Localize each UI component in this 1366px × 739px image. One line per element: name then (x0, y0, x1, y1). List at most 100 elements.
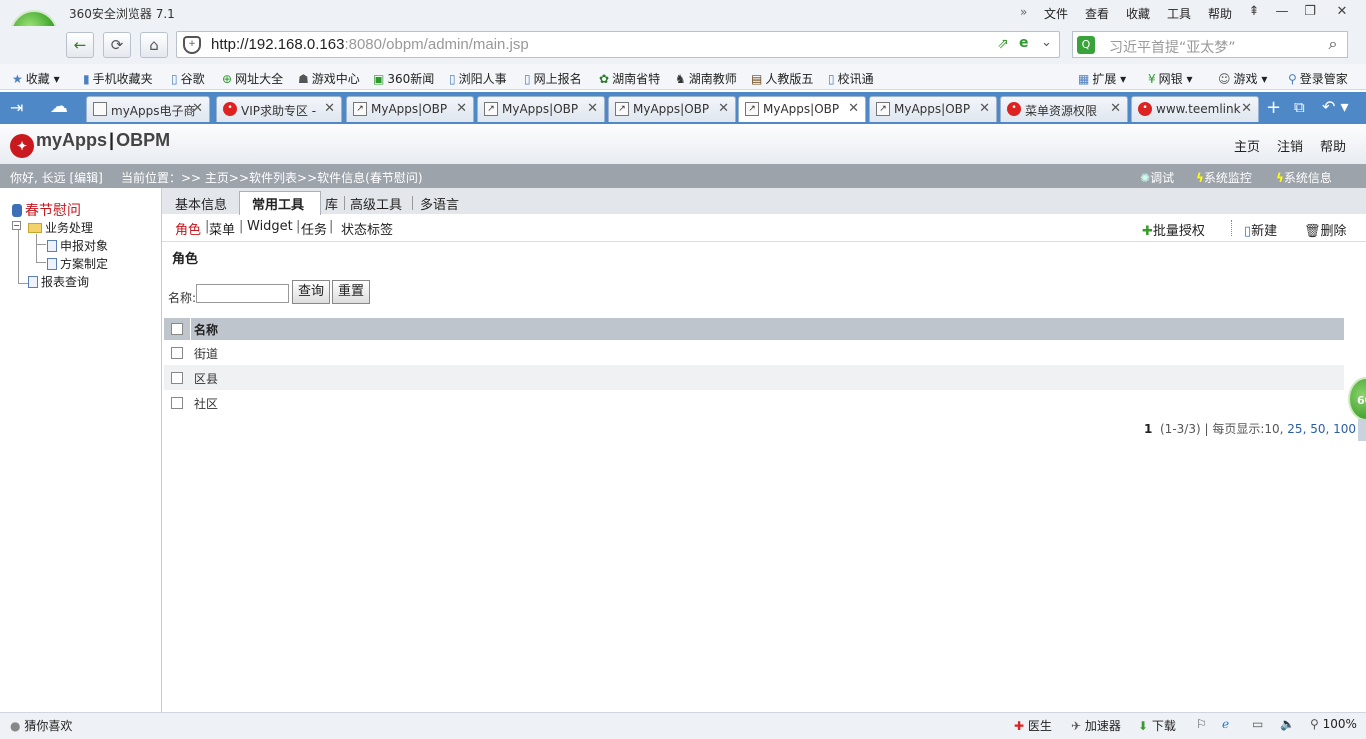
tab-list-icon[interactable]: ⧉ (1294, 98, 1305, 116)
tab-close-icon[interactable]: ✕ (587, 101, 598, 116)
zoom-level[interactable]: ⚲ 100% (1310, 717, 1357, 731)
menu-help[interactable]: 帮助 (1208, 5, 1232, 22)
bookmark-favorites[interactable]: ★ 收藏 ▾ (12, 70, 60, 87)
current-page[interactable]: 1 (1144, 422, 1152, 436)
table-row[interactable]: 街道 (164, 340, 1344, 365)
subtab-task[interactable]: 任务 (301, 219, 327, 238)
accelerator-button[interactable]: ✈ 加速器 (1071, 717, 1121, 734)
system-info-link[interactable]: ϟ系统信息 (1276, 169, 1332, 186)
bookmark-signup[interactable]: ▯ 网上报名 (524, 70, 582, 87)
tab-7[interactable]: • 菜单资源权限 ✕ (1000, 96, 1128, 122)
greeting[interactable]: 你好, 长远 [编辑] (10, 169, 103, 186)
tab-close-icon[interactable]: ✕ (1241, 101, 1252, 116)
ie-icon[interactable]: ℯ (1222, 717, 1229, 731)
tab-close-icon[interactable]: ✕ (192, 101, 203, 116)
bookmark-sites[interactable]: ⊕ 网址大全 (222, 70, 283, 87)
tab-library[interactable]: 库 (325, 194, 338, 213)
menu-more-icon[interactable]: » (1020, 5, 1027, 19)
row-name[interactable]: 区县 (194, 370, 218, 387)
address-dropdown-icon[interactable]: ⌄ (1041, 35, 1052, 50)
bookmark-hunan-special[interactable]: ✿ 湖南省特 (599, 70, 660, 87)
bookmark-google[interactable]: ▯ 谷歌 (171, 70, 205, 87)
tab-3[interactable]: ↗ MyApps|OBP ✕ (477, 96, 605, 122)
bookmark-mobile[interactable]: ▮ 手机收藏夹 (83, 70, 153, 87)
tab-1[interactable]: • VIP求助专区 - ✕ (216, 96, 342, 122)
bookmark-hunan-teacher[interactable]: ♞ 湖南教师 (675, 70, 737, 87)
reset-button[interactable]: 重置 (332, 280, 370, 304)
guess-you-like[interactable]: ● 猜你喜欢 (10, 717, 72, 734)
menu-tools[interactable]: 工具 (1167, 5, 1191, 22)
per-page-50[interactable]: 50, (1310, 422, 1329, 436)
tab-0[interactable]: myApps电子商 ✕ (86, 96, 210, 122)
tool-games[interactable]: ☺ 游戏 ▾ (1218, 70, 1267, 87)
tree-item-applicants[interactable]: 申报对象 (47, 237, 108, 254)
back-icon[interactable]: ← (66, 32, 94, 58)
tab-5-active[interactable]: ↗ MyApps|OBP ✕ (738, 96, 866, 122)
share-icon[interactable]: ⇗ (997, 36, 1009, 52)
tab-multilang[interactable]: 多语言 (420, 194, 459, 213)
menu-file[interactable]: 文件 (1044, 5, 1068, 22)
tree-item-plan[interactable]: 方案制定 (47, 255, 108, 272)
menu-view[interactable]: 查看 (1085, 5, 1109, 22)
row-name[interactable]: 社区 (194, 395, 218, 412)
row-checkbox[interactable] (171, 372, 183, 384)
tree-collapse-icon[interactable]: − (12, 221, 21, 230)
tab-close-icon[interactable]: ✕ (848, 101, 859, 116)
tab-2[interactable]: ↗ MyApps|OBP ✕ (346, 96, 474, 122)
scrollbar[interactable] (1358, 419, 1366, 441)
new-tab-icon[interactable]: + (1266, 97, 1281, 118)
name-input[interactable] (196, 284, 289, 303)
sidebar-toggle-icon[interactable]: ⇥ (10, 98, 23, 117)
header-logout-link[interactable]: 注销 (1277, 136, 1303, 155)
minimize-icon[interactable]: — (1268, 2, 1296, 22)
sound-icon[interactable]: 🔈 (1280, 717, 1295, 731)
delete-button[interactable]: 🗑删除 (1304, 220, 1347, 239)
cloud-icon[interactable]: ☁ (50, 96, 68, 117)
query-button[interactable]: 查询 (292, 280, 330, 304)
tab-common-tools[interactable]: 常用工具 (252, 194, 304, 213)
ie-mode-icon[interactable]: e (1019, 35, 1029, 51)
debug-link[interactable]: ✺调试 (1140, 169, 1174, 186)
tab-basic-info[interactable]: 基本信息 (175, 194, 227, 213)
tool-login-manager[interactable]: ⚲ 登录管家 (1288, 70, 1348, 87)
flag-icon[interactable]: ⚐ (1196, 717, 1207, 731)
tab-4[interactable]: ↗ MyApps|OBP ✕ (608, 96, 736, 122)
subtab-role[interactable]: 角色 (175, 219, 201, 238)
per-page-100[interactable]: 100 (1333, 422, 1356, 436)
tree-item-report[interactable]: 报表查询 (28, 273, 89, 290)
bookmark-textbook[interactable]: ▤ 人教版五 (751, 70, 813, 87)
tree-root[interactable]: 春节慰问 (12, 200, 81, 220)
per-page-25[interactable]: 25, (1287, 422, 1306, 436)
subtab-menu[interactable]: 菜单 (209, 219, 235, 238)
address-bar[interactable]: + http://192.168.0.163:8080/obpm/admin/m… (176, 31, 1060, 58)
header-home-link[interactable]: 主页 (1234, 136, 1260, 155)
bookmark-news[interactable]: ▣ 360新闻 (373, 70, 434, 87)
search-input[interactable]: 习近平首提“亚太梦” (1109, 37, 1236, 57)
tab-6[interactable]: ↗ MyApps|OBP ✕ (869, 96, 997, 122)
tab-close-icon[interactable]: ✕ (1110, 101, 1121, 116)
menu-favorites[interactable]: 收藏 (1126, 5, 1150, 22)
batch-authorize-button[interactable]: ✚批量授权 (1142, 220, 1205, 239)
tab-advanced-tools[interactable]: 高级工具 (350, 194, 402, 213)
bookmark-hr[interactable]: ▯ 浏阳人事 (449, 70, 507, 87)
tab-close-icon[interactable]: ✕ (718, 101, 729, 116)
search-box[interactable]: Q 习近平首提“亚太梦” (1072, 31, 1348, 58)
tree-folder-business[interactable]: 业务处理 (28, 219, 93, 236)
system-monitor-link[interactable]: ϟ系统监控 (1196, 169, 1252, 186)
close-window-icon[interactable]: ✕ (1328, 2, 1356, 22)
tool-extensions[interactable]: ▦ 扩展 ▾ (1078, 70, 1126, 87)
row-checkbox[interactable] (171, 397, 183, 409)
restore-icon[interactable]: ❐ (1296, 2, 1324, 22)
address-text[interactable]: http://192.168.0.163:8080/obpm/admin/mai… (211, 36, 529, 53)
select-all-checkbox[interactable] (171, 323, 183, 335)
tab-close-icon[interactable]: ✕ (979, 101, 990, 116)
search-icon[interactable]: ⌕ (1318, 31, 1348, 58)
column-name-header[interactable]: 名称 (194, 321, 218, 338)
table-row[interactable]: 区县 (164, 365, 1344, 390)
tab-close-icon[interactable]: ✕ (324, 101, 335, 116)
tab-8[interactable]: • www.teemlink ✕ (1131, 96, 1259, 122)
row-checkbox[interactable] (171, 347, 183, 359)
subtab-widget[interactable]: Widget (247, 219, 293, 234)
tool-bank[interactable]: ¥ 网银 ▾ (1148, 70, 1193, 87)
undo-close-icon[interactable]: ↶ ▾ (1322, 97, 1349, 116)
